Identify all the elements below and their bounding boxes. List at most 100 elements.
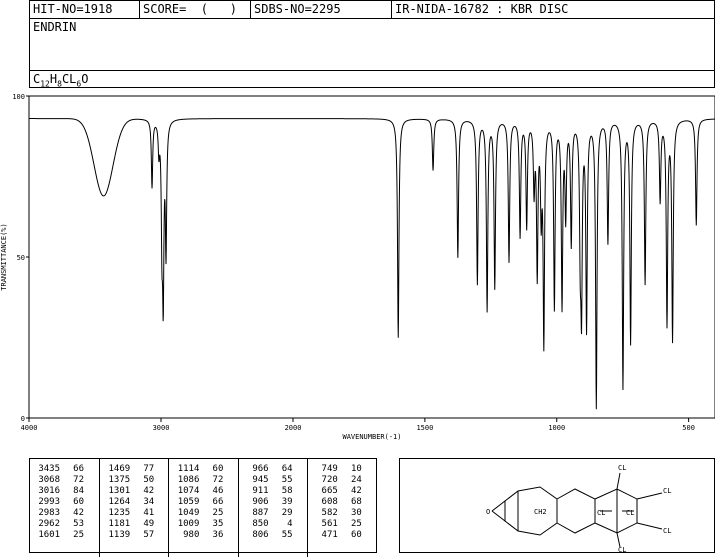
peak-row: 3068 72 <box>30 475 99 486</box>
plot-frame <box>28 95 715 419</box>
peak-wavenumber: 1375 <box>108 475 131 485</box>
peak-wavenumber: 3016 <box>38 486 60 496</box>
peak-row: 1086 72 <box>169 475 238 486</box>
cl-bond <box>636 492 663 500</box>
peak-transmittance: 60 <box>350 530 362 540</box>
peak-transmittance: 42 <box>73 508 84 518</box>
peak-wavenumber: 1301 <box>108 486 131 496</box>
peak-transmittance: 77 <box>143 464 155 474</box>
peak-row: 1139 57 <box>100 530 169 541</box>
peak-row: 850 4 <box>239 519 308 530</box>
peak-row: 720 24 <box>308 475 377 486</box>
peak-wavenumber: 1139 <box>108 530 131 540</box>
peak-row: 887 29 <box>239 508 308 519</box>
peak-wavenumber: 3435 <box>38 464 60 474</box>
y-tick-label: 0 <box>21 415 25 423</box>
peak-transmittance: 36 <box>212 530 224 540</box>
peak-transmittance: 42 <box>143 486 155 496</box>
peak-row: 471 60 <box>308 530 377 541</box>
endrin-structure-diagram: O CH2 CL CL CL CL CL CL <box>486 464 671 554</box>
peak-wavenumber: 1059 <box>177 497 200 507</box>
y-axis-label: TRANSMITTANCE(%) <box>0 223 8 290</box>
peak-wavenumber: 1264 <box>108 497 131 507</box>
peak-wavenumber: 608 <box>321 497 338 507</box>
structure-box: O CH2 CL CL CL CL CL CL <box>399 458 715 554</box>
peak-wavenumber: 980 <box>183 530 200 540</box>
peak-wavenumber: 2983 <box>38 508 60 518</box>
cl-label: CL <box>618 546 626 552</box>
middle-ring <box>556 488 596 534</box>
peak-column: 966 64 945 55 911 58 906 39 887 29 850 4 806 55 <box>237 459 308 557</box>
peak-transmittance: 84 <box>73 486 84 496</box>
x-tick-label: 4000 <box>21 424 38 432</box>
cl-bond <box>616 532 621 548</box>
peak-row: 3435 66 <box>30 464 99 475</box>
peak-wavenumber: 1235 <box>108 508 131 518</box>
peak-transmittance: 58 <box>281 486 293 496</box>
peak-transmittance: 35 <box>212 519 224 529</box>
peak-row: 582 30 <box>308 508 377 519</box>
cl-label: CL <box>597 509 605 517</box>
peak-wavenumber: 720 <box>321 475 338 485</box>
peak-transmittance: 10 <box>350 464 362 474</box>
peak-transmittance: 60 <box>73 497 84 507</box>
peak-column: 3435 66 3068 72 3016 84 2993 60 2983 42 2962 53 1601… <box>30 459 99 557</box>
peak-transmittance: 42 <box>350 486 362 496</box>
spectrum-line <box>29 118 715 410</box>
peak-table: 3435 66 3068 72 3016 84 2993 60 2983 42 2962 53 1601… <box>29 458 377 557</box>
peak-transmittance: 34 <box>143 497 155 507</box>
peak-transmittance: 24 <box>350 475 362 485</box>
x-tick-label: 2000 <box>285 424 302 432</box>
peak-column: 749 10 720 24 665 42 608 68 582 30 561 25 471 60 <box>306 459 377 557</box>
peak-row: 980 36 <box>169 530 238 541</box>
x-tick-label: 1000 <box>548 424 565 432</box>
peak-row: 3016 84 <box>30 486 99 497</box>
peak-row: 945 55 <box>239 475 308 486</box>
peak-wavenumber: 1009 <box>177 519 200 529</box>
x-tick-label: 1500 <box>416 424 433 432</box>
peak-transmittance: 55 <box>281 530 293 540</box>
peak-row: 665 42 <box>308 486 377 497</box>
peak-wavenumber: 3068 <box>38 475 60 485</box>
peak-row: 906 39 <box>239 497 308 508</box>
peak-transmittance: 68 <box>350 497 362 507</box>
peak-transmittance: 25 <box>73 530 84 540</box>
y-tick-label: 100 <box>12 93 25 101</box>
peak-wavenumber: 1601 <box>38 530 60 540</box>
peak-row: 2962 53 <box>30 519 99 530</box>
peak-transmittance: 50 <box>143 475 155 485</box>
peak-row: 1181 49 <box>100 519 169 530</box>
peak-transmittance: 49 <box>143 519 155 529</box>
peak-row: 1601 25 <box>30 530 99 541</box>
peak-row: 1049 25 <box>169 508 238 519</box>
peak-transmittance: 39 <box>281 497 293 507</box>
peak-row: 1301 42 <box>100 486 169 497</box>
peak-transmittance: 30 <box>350 508 362 518</box>
peak-transmittance: 72 <box>212 475 224 485</box>
peak-wavenumber: 887 <box>252 508 269 518</box>
epoxide-ring <box>491 499 506 523</box>
peak-point <box>162 321 164 323</box>
peak-row: 1009 35 <box>169 519 238 530</box>
peak-transmittance: 72 <box>73 475 84 485</box>
cl-label: CL <box>618 464 626 472</box>
ir-spectrum-chart: 0 50 100 4000 3000 2000 1500 1000 500 TRANSMITT… <box>0 93 715 441</box>
peak-row: 1264 34 <box>100 497 169 508</box>
peak-transmittance: 25 <box>212 508 224 518</box>
cl-label: CL <box>663 487 671 495</box>
peak-wavenumber: 1114 <box>177 464 200 474</box>
peak-row: 1375 50 <box>100 475 169 486</box>
peak-wavenumber: 906 <box>252 497 269 507</box>
peak-transmittance: 64 <box>281 464 293 474</box>
peak-wavenumber: 561 <box>321 519 338 529</box>
x-tick-label: 3000 <box>153 424 170 432</box>
cl-bond <box>616 472 621 490</box>
peak-transmittance: 60 <box>212 464 224 474</box>
cl-label: CL <box>626 509 634 517</box>
peak-transmittance: 66 <box>212 497 224 507</box>
peak-row: 806 55 <box>239 530 308 541</box>
peak-wavenumber: 582 <box>321 508 338 518</box>
peak-row: 1469 77 <box>100 464 169 475</box>
peak-wavenumber: 850 <box>252 519 269 529</box>
peak-column: 1469 77 1375 50 1301 42 1264 34 1235 41 1181 49 1139… <box>99 459 169 557</box>
